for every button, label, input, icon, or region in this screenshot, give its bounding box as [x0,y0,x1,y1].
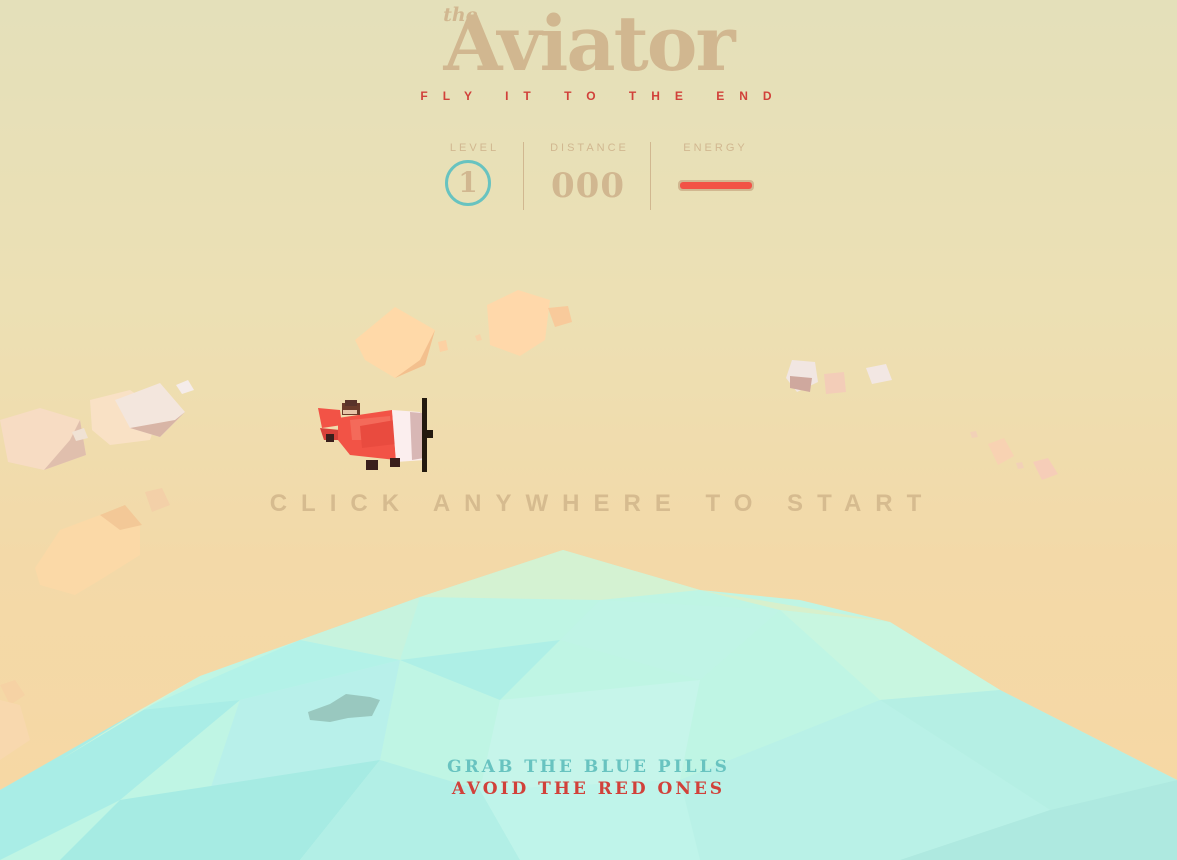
scoreboard-divider [523,142,524,210]
sea-icon [0,550,1177,860]
start-message[interactable]: CLICK ANYWHERE TO START [0,490,1177,518]
level-value: 1 [458,166,478,199]
scoreboard: LEVEL 1 DISTANCE 000 ENERGY [418,140,778,212]
level-label: LEVEL [449,142,500,154]
distance-label: DISTANCE [550,142,629,154]
instruction-red-pills: AVOID THE RED ONES [451,779,726,799]
energy-bar [678,180,754,191]
game-subtitle: FLY IT TO THE END [420,89,787,103]
game-canvas[interactable]: the Aviator FLY IT TO THE END LEVEL 1 DI… [0,0,1177,860]
energy-panel: ENERGY [659,140,769,212]
distance-value: 000 [551,166,625,206]
energy-label: ENERGY [683,142,748,154]
game-scene [0,290,1177,860]
energy-bar-fill [680,182,752,189]
instruction-blue-pills: GRAB THE BLUE PILLS [447,757,730,777]
instructions: GRAB THE BLUE PILLS AVOID THE RED ONES [0,756,1177,800]
distance-panel: DISTANCE 000 [533,140,643,212]
red-airplane-icon [318,398,433,472]
game-header: the Aviator FLY IT TO THE END [0,0,1177,110]
level-panel: LEVEL 1 [418,140,528,212]
scoreboard-divider [650,142,651,210]
game-title: Aviator [443,0,736,88]
